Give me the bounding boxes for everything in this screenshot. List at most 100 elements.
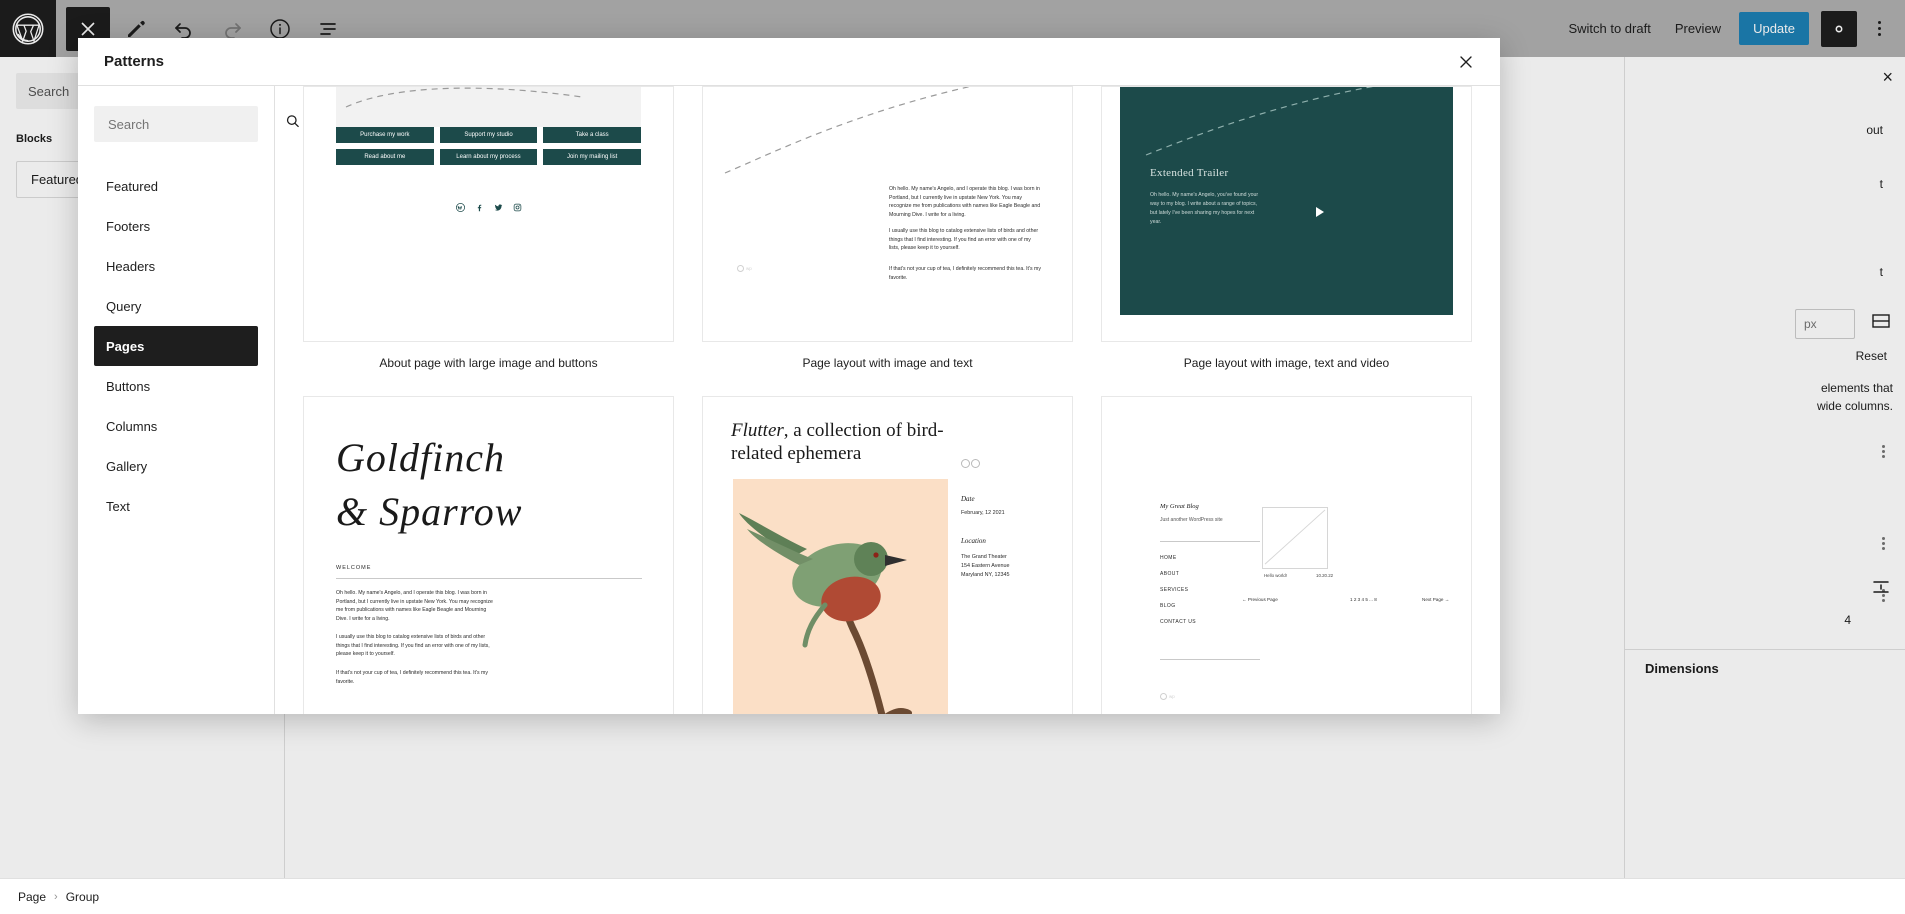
dashed-curve-decoration [345,87,583,108]
pattern-paragraph-3: If that's not your cup of tea, I definit… [889,266,1041,281]
nav-item-blog[interactable]: BLOG [1160,603,1176,609]
goldfinch-paragraph-3: If that's not your cup of tea, I definit… [336,670,488,685]
twitter-icon[interactable] [494,199,503,211]
pattern-preview[interactable]: Oh hello. My name's Angelo, and I operat… [702,86,1073,342]
breadcrumb: Page › Group [0,878,1905,914]
flutter-heading: Flutter, a collection of bird-related ep… [731,419,961,465]
sidebar-item-label: Query [106,298,142,314]
nav-item-home[interactable]: HOME [1160,555,1177,561]
bird-illustration [733,479,948,714]
goldfinch-heading-line-2: & Sparrow [336,489,523,534]
divider [1160,541,1260,542]
divider [336,578,642,579]
sidebar-item-featured[interactable]: Featured [94,166,258,206]
close-icon[interactable] [1448,44,1484,80]
pattern-preview[interactable]: Goldfinch & Sparrow WELCOME Oh hello. My… [303,396,674,714]
nav-item-about[interactable]: ABOUT [1160,571,1179,577]
pagination-numbers[interactable]: 1 2 3 4 5 ... 8 [1350,597,1377,602]
sidebar-item-pages[interactable]: Pages [94,326,258,366]
pattern-button[interactable]: Purchase my work [336,127,434,143]
pattern-card-image-text[interactable]: Oh hello. My name's Angelo, and I operat… [702,86,1073,396]
pattern-card-image-text-video[interactable]: Extended Trailer Oh hello. My name's Ang… [1101,86,1472,396]
pattern-button[interactable]: Support my studio [439,127,538,143]
social-links-row [304,199,673,212]
pattern-card-goldfinch[interactable]: Goldfinch & Sparrow WELCOME Oh hello. My… [303,396,674,714]
location-line-1: The Grand Theater [961,554,1007,560]
sidebar-item-label: Text [106,498,130,514]
pattern-button[interactable]: Learn about my process [439,149,538,165]
sidebar-item-gallery[interactable]: Gallery [94,446,258,486]
modal-body: Featured Footers Headers Query Pages But… [78,86,1500,714]
blog-tagline: Just another WordPress site [1160,517,1223,523]
sidebar-item-buttons[interactable]: Buttons [94,366,258,406]
wordpress-icon[interactable] [455,199,465,212]
nav-item-services[interactable]: SERVICES [1160,587,1188,593]
sidebar-item-label: Featured [106,178,159,194]
pattern-label: Page layout with image, text and video [1183,356,1390,370]
search-input[interactable] [108,116,284,132]
welcome-eyebrow: WELCOME [336,565,372,571]
pattern-preview[interactable]: Extended Trailer Oh hello. My name's Ang… [1101,86,1472,342]
wordpress-mark-icon: wp [737,265,752,272]
goldfinch-heading-line-1: Goldfinch [336,435,505,480]
pattern-card-blog-query[interactable]: My Great Blog Just another WordPress sit… [1101,396,1472,714]
sidebar-item-label: Columns [106,418,158,434]
date-label: Date [961,495,975,503]
sidebar-item-columns[interactable]: Columns [94,406,258,446]
video-paragraph: Oh hello. My name's Angelo, you've found… [1150,192,1259,225]
sidebar-item-text[interactable]: Text [94,486,258,526]
sidebar-item-label: Footers [106,218,151,234]
pattern-button-grid: Purchase my work Support my studio Take … [336,127,641,165]
page-title: Patterns [104,53,165,70]
breadcrumb-separator-icon: › [54,890,58,903]
sidebar-item-headers[interactable]: Headers [94,246,258,286]
location-line-2: 154 Eastern Avenue [961,563,1010,569]
location-label: Location [961,537,986,545]
pattern-button[interactable]: Read about me [336,149,434,165]
thumbnail-placeholder-icon [1264,509,1326,565]
pattern-button[interactable]: Join my mailing list [543,149,641,165]
pattern-card-about-buttons[interactable]: Purchase my work Support my studio Take … [303,86,674,396]
blog-site-title: My Great Blog [1160,503,1199,510]
patterns-grid-scroll[interactable]: Purchase my work Support my studio Take … [275,86,1500,714]
sidebar-item-label: Pages [106,338,145,354]
pattern-preview[interactable]: My Great Blog Just another WordPress sit… [1101,396,1472,714]
wordpress-mark-icon: wp [1160,693,1175,700]
instagram-icon[interactable] [513,199,522,212]
next-page-link[interactable]: Next Page → [1422,597,1449,602]
nav-item-contact[interactable]: CONTACT US [1160,619,1196,625]
post-date: 10.20.22 [1316,573,1334,578]
divider [1160,659,1260,660]
facebook-icon[interactable] [475,199,484,212]
sidebar-item-label: Gallery [106,458,148,474]
modal-header: Patterns [78,38,1500,86]
pattern-paragraph-2: I usually use this blog to catalog exten… [889,228,1039,252]
pattern-paragraph-1: Oh hello. My name's Angelo, and I operat… [889,186,1041,218]
dashed-curve-decoration [1145,87,1374,156]
breadcrumb-item-page[interactable]: Page [18,890,46,904]
flutter-heading-italic: Flutter [731,420,784,441]
post-title[interactable]: Hello world! [1264,573,1287,578]
pattern-button[interactable]: Take a class [543,127,641,143]
pattern-preview[interactable]: Flutter, a collection of bird-related ep… [702,396,1073,714]
breadcrumb-item-group[interactable]: Group [66,890,99,904]
sidebar-item-label: Buttons [106,378,151,394]
location-line-3: Maryland NY, 12345 [961,572,1010,578]
previous-page-link[interactable]: ← Previous Page [1242,597,1278,602]
search-field[interactable] [94,106,299,142]
pattern-preview[interactable]: Purchase my work Support my studio Take … [303,86,674,342]
dashed-curve-decoration [724,87,971,174]
sidebar-item-footers[interactable]: Footers [94,206,258,246]
goldfinch-paragraph-2: I usually use this blog to catalog exten… [336,634,490,658]
play-icon[interactable] [1316,207,1324,217]
sidebar-item-query[interactable]: Query [94,286,258,326]
sidebar-item-label: Headers [106,258,156,274]
date-value: February, 12 2021 [961,510,1005,516]
post-thumbnail [1262,507,1328,569]
patterns-grid: Purchase my work Support my studio Take … [303,86,1472,714]
pattern-label: About page with large image and buttons [379,356,598,370]
goldfinch-paragraph-1: Oh hello. My name's Angelo, and I operat… [336,590,493,622]
pattern-card-flutter[interactable]: Flutter, a collection of bird-related ep… [702,396,1073,714]
glasses-icon [961,459,980,468]
bird-svg [739,513,912,714]
